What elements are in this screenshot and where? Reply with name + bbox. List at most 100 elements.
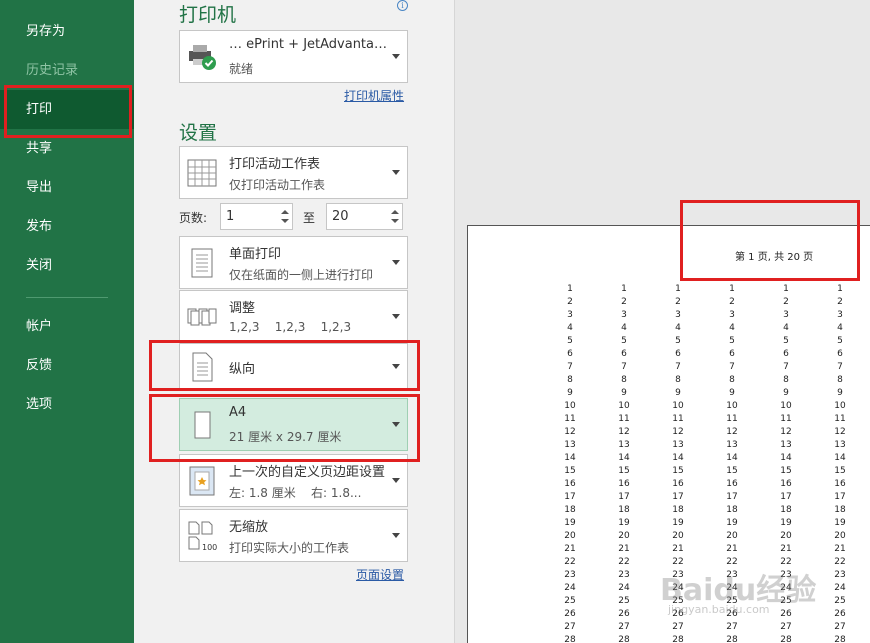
page-from-input[interactable]: 1	[220, 203, 293, 230]
print-preview: 第 1 页, 共 20 页 1 2 3 4 5 6 7 8 9 10 11 12 13 14 15 16 17 1…	[454, 0, 870, 643]
chevron-down-icon	[392, 54, 400, 59]
nav-options[interactable]: 选项	[0, 385, 134, 424]
preview-cell: 15	[834, 466, 846, 476]
preview-cell: 10	[672, 401, 684, 411]
preview-cell: 5	[567, 336, 573, 346]
preview-column: 1 2 3 4 5 6 7 8 9 10 11 12 13 14 15 16 17 18 19 20 21 22 23 24 2…	[614, 283, 634, 643]
nav-save-as[interactable]: 另存为	[0, 12, 134, 51]
orientation-dropdown[interactable]: 纵向	[179, 343, 408, 389]
portrait-page-icon	[192, 352, 213, 382]
preview-cell: 28	[780, 635, 792, 643]
preview-column: 1 2 3 4 5 6 7 8 9 10 11 12 13 14 15 16 17 18 19 20 21 22 23 24 2…	[560, 283, 580, 643]
preview-cell: 19	[618, 518, 630, 528]
one-sided-page-icon	[191, 248, 213, 278]
preview-cell: 26	[618, 609, 630, 619]
nav-close[interactable]: 关闭	[0, 246, 134, 285]
print-what-dropdown[interactable]: 打印活动工作表 仅打印活动工作表	[179, 146, 408, 199]
printer-properties-link[interactable]: 打印机属性	[344, 87, 404, 104]
preview-cell: 3	[567, 310, 573, 320]
preview-cell: 1	[783, 284, 789, 294]
preview-cell: 24	[834, 583, 846, 593]
preview-cell: 11	[726, 414, 738, 424]
printer-dropdown[interactable]: … ePrint + JetAdvanta… 就绪	[179, 30, 408, 83]
preview-cell: 21	[672, 544, 684, 554]
preview-cell: 9	[621, 388, 627, 398]
preview-cell: 5	[675, 336, 681, 346]
nav-share[interactable]: 共享	[0, 129, 134, 168]
preview-cell: 13	[780, 440, 792, 450]
preview-cell: 1	[567, 284, 573, 294]
preview-cell: 15	[780, 466, 792, 476]
preview-cell: 11	[564, 414, 576, 424]
preview-cell: 16	[726, 479, 738, 489]
preview-cell: 28	[726, 635, 738, 643]
collation-dropdown[interactable]: 调整 1,2,3 1,2,3 1,2,3	[179, 290, 408, 343]
nav-account[interactable]: 帐户	[0, 307, 134, 346]
nav-export[interactable]: 导出	[0, 168, 134, 207]
preview-cell: 4	[567, 323, 573, 333]
nav-feedback[interactable]: 反馈	[0, 346, 134, 385]
scaling-subtitle: 打印实际大小的工作表	[229, 541, 350, 555]
paper-size-dropdown[interactable]: A4 21 厘米 x 29.7 厘米	[179, 398, 408, 451]
preview-cell: 14	[726, 453, 738, 463]
preview-cell: 23	[834, 570, 846, 580]
preview-cell: 28	[834, 635, 846, 643]
preview-cell: 9	[837, 388, 843, 398]
preview-cell: 8	[675, 375, 681, 385]
info-icon[interactable]: i	[397, 0, 408, 11]
backstage-sidebar: 另存为 历史记录 打印 共享 导出 发布 关闭 帐户 反馈 选项	[0, 0, 134, 643]
preview-cell: 15	[618, 466, 630, 476]
preview-cell: 2	[837, 297, 843, 307]
collation-title: 调整	[229, 301, 256, 316]
preview-cell: 24	[618, 583, 630, 593]
preview-cell: 15	[672, 466, 684, 476]
preview-cell: 21	[834, 544, 846, 554]
preview-column: 1 2 3 4 5 6 7 8 9 10 11 12 13 14 15 16 17 18 19 20 21 22 23 24 2…	[830, 283, 850, 643]
preview-cell: 6	[837, 349, 843, 359]
preview-cell: 4	[675, 323, 681, 333]
preview-cell: 1	[837, 284, 843, 294]
page-setup-link[interactable]: 页面设置	[356, 566, 404, 583]
preview-cell: 17	[564, 492, 576, 502]
spin-down-icon[interactable]	[391, 219, 399, 223]
preview-cell: 7	[621, 362, 627, 372]
preview-cell: 18	[834, 505, 846, 515]
preview-cell: 6	[567, 349, 573, 359]
preview-cell: 12	[834, 427, 846, 437]
chevron-down-icon	[392, 170, 400, 175]
preview-cell: 17	[672, 492, 684, 502]
nav-publish[interactable]: 发布	[0, 207, 134, 246]
baidu-watermark-url: jingyan.baidu.com	[668, 603, 770, 616]
preview-cell: 27	[780, 622, 792, 632]
preview-cell: 14	[564, 453, 576, 463]
preview-cell: 27	[564, 622, 576, 632]
chevron-down-icon	[392, 422, 400, 427]
nav-print[interactable]: 打印	[0, 90, 134, 129]
spin-down-icon[interactable]	[281, 219, 289, 223]
page-to-input[interactable]: 20	[326, 203, 403, 230]
spin-up-icon[interactable]	[391, 210, 399, 214]
chevron-down-icon	[392, 364, 400, 369]
sides-dropdown[interactable]: 单面打印 仅在纸面的一侧上进行打印	[179, 236, 408, 289]
preview-cell: 2	[783, 297, 789, 307]
orientation-title: 纵向	[229, 362, 256, 377]
preview-cell: 20	[564, 531, 576, 541]
chevron-down-icon	[392, 478, 400, 483]
margins-dropdown[interactable]: 上一次的自定义页边距设置 左: 1.8 厘米 右: 1.8...	[179, 454, 408, 507]
preview-cell: 12	[780, 427, 792, 437]
preview-cell: 27	[618, 622, 630, 632]
printer-icon	[189, 45, 216, 70]
preview-cell: 17	[726, 492, 738, 502]
scaling-dropdown[interactable]: 100 无缩放 打印实际大小的工作表	[179, 509, 408, 562]
spin-up-icon[interactable]	[281, 210, 289, 214]
preview-cell: 7	[567, 362, 573, 372]
page-to-value: 20	[332, 209, 349, 224]
preview-cell: 10	[780, 401, 792, 411]
printer-status: 就绪	[229, 62, 254, 76]
scaling-title: 无缩放	[229, 520, 269, 535]
preview-cell: 12	[564, 427, 576, 437]
preview-cell: 4	[783, 323, 789, 333]
preview-cell: 4	[729, 323, 735, 333]
preview-cell: 25	[618, 596, 630, 606]
preview-cell: 20	[834, 531, 846, 541]
